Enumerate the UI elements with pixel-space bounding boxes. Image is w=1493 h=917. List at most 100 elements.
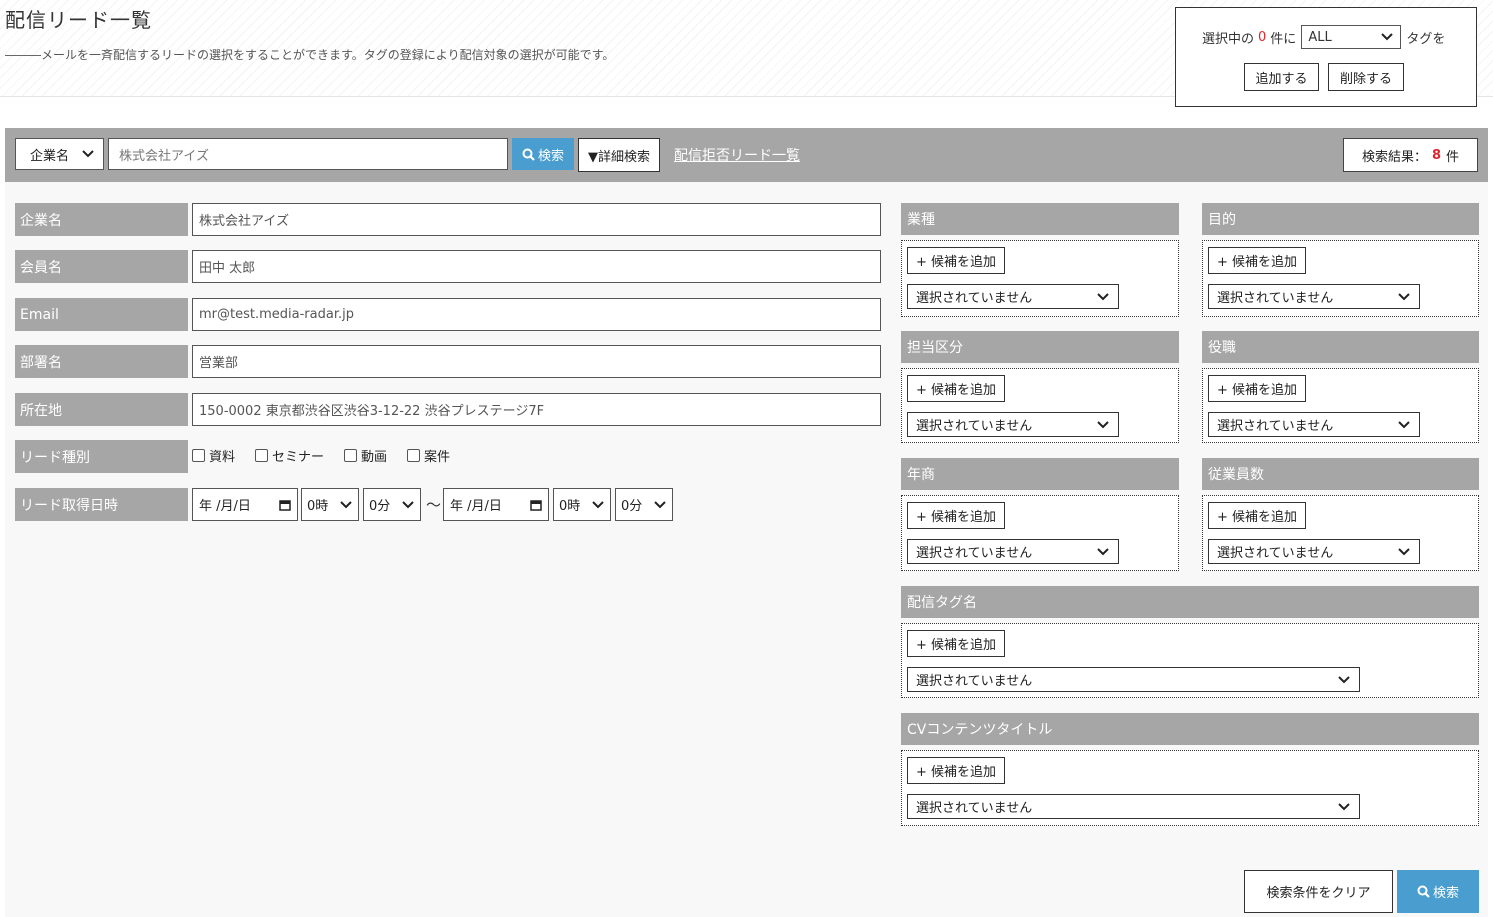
- purpose-add-button[interactable]: + 候補を追加: [1208, 247, 1307, 274]
- date-from-input[interactable]: 年 /月/日: [192, 488, 298, 521]
- purpose-panel: + 候補を追加 選択されていません: [1202, 240, 1479, 317]
- result-count: 8: [1431, 147, 1442, 163]
- search-button[interactable]: 検索: [512, 138, 574, 170]
- checkbox[interactable]: [407, 449, 421, 462]
- chevron-down-icon: [1398, 547, 1410, 555]
- division-select[interactable]: 選択されていません: [907, 412, 1119, 437]
- selected-count: 0: [1258, 29, 1267, 45]
- bottom-search-label: 検索: [1432, 886, 1459, 901]
- tag-action-row: 選択中の 0 件に ALL タグを: [1202, 25, 1445, 49]
- minute-value: 0分: [369, 499, 391, 514]
- cv-content-panel: + 候補を追加 選択されていません: [901, 750, 1479, 826]
- minute-from-select[interactable]: 0分: [363, 488, 421, 521]
- chevron-down-icon: [402, 500, 414, 508]
- revenue-select[interactable]: 選択されていません: [907, 539, 1119, 564]
- clear-conditions-button[interactable]: 検索条件をクリア: [1244, 870, 1393, 913]
- select-value: 選択されていません: [1217, 291, 1334, 306]
- add-tag-button[interactable]: 追加する: [1244, 63, 1319, 91]
- lead-type-option[interactable]: 動画: [344, 446, 387, 465]
- select-value: 選択されていません: [916, 801, 1033, 816]
- revenue-panel: + 候補を追加 選択されていません: [901, 495, 1179, 571]
- date-placeholder: 年 /月/日: [450, 499, 502, 514]
- position-select[interactable]: 選択されていません: [1208, 412, 1420, 437]
- checkbox[interactable]: [255, 449, 269, 462]
- page-title: 配信リード一覧: [5, 8, 152, 32]
- cv-content-add-button[interactable]: + 候補を追加: [907, 757, 1006, 784]
- select-value: 選択されていません: [1217, 546, 1334, 561]
- delivery-tag-add-button[interactable]: + 候補を追加: [907, 630, 1006, 657]
- lead-type-option[interactable]: 案件: [407, 446, 450, 465]
- select-value: 選択されていません: [916, 546, 1033, 561]
- division-add-button[interactable]: + 候補を追加: [907, 375, 1006, 402]
- chevron-down-icon: [340, 500, 352, 508]
- cv-content-header: CVコンテンツタイトル: [901, 713, 1479, 745]
- chevron-down-icon: [1338, 675, 1350, 683]
- hour-from-select[interactable]: 0時: [301, 488, 359, 521]
- position-add-button[interactable]: + 候補を追加: [1208, 375, 1307, 402]
- address-field[interactable]: 150-0002 東京都渋谷区渋谷3-12-22 渋谷プレステージ7F: [192, 393, 881, 426]
- calendar-icon[interactable]: [530, 499, 542, 511]
- revenue-add-button[interactable]: + 候補を追加: [907, 502, 1006, 529]
- delivery-tag-select[interactable]: 選択されていません: [907, 667, 1360, 692]
- cv-content-select[interactable]: 選択されていません: [907, 794, 1360, 819]
- search-field-select[interactable]: 企業名: [15, 138, 104, 170]
- company-field[interactable]: 株式会社アイズ: [192, 203, 881, 236]
- industry-panel: + 候補を追加 選択されていません: [901, 240, 1179, 317]
- search-icon: [1417, 885, 1430, 898]
- checkbox[interactable]: [344, 449, 358, 462]
- hour-to-select[interactable]: 0時: [553, 488, 611, 521]
- select-value: 選択されていません: [916, 291, 1033, 306]
- lead-type-option[interactable]: セミナー: [255, 446, 324, 465]
- employees-add-button[interactable]: + 候補を追加: [1208, 502, 1307, 529]
- member-field[interactable]: 田中 太郎: [192, 250, 881, 283]
- lead-type-checkboxes: 資料 セミナー 動画 案件: [192, 446, 450, 465]
- company-label: 企業名: [15, 203, 188, 236]
- refusal-list-link[interactable]: 配信拒否リード一覧: [674, 145, 800, 165]
- chevron-down-icon: [82, 150, 94, 158]
- industry-select[interactable]: 選択されていません: [907, 284, 1119, 309]
- minute-to-select[interactable]: 0分: [615, 488, 673, 521]
- tag-select[interactable]: ALL: [1301, 25, 1402, 49]
- chevron-down-icon: [654, 500, 666, 508]
- result-suffix: 件: [1446, 149, 1460, 165]
- bottom-search-button[interactable]: 検索: [1397, 870, 1479, 913]
- hour-value: 0時: [307, 499, 329, 514]
- selected-count-suffix: 件に: [1270, 31, 1297, 47]
- tag-buttons: 追加する 削除する: [1244, 63, 1404, 91]
- date-to-input[interactable]: 年 /月/日: [443, 488, 549, 521]
- search-result-count: 検索結果： 8 件: [1343, 138, 1478, 172]
- advanced-search-button[interactable]: ▼詳細検索: [578, 138, 660, 172]
- search-bar: 企業名 株式会社アイズ 検索 ▼詳細検索 配信拒否リード一覧 検索結果： 8 件: [5, 128, 1488, 182]
- industry-add-button[interactable]: + 候補を追加: [907, 247, 1006, 274]
- lead-type-option-label: 動画: [361, 450, 388, 465]
- search-input[interactable]: 株式会社アイズ: [108, 138, 508, 170]
- delete-tag-button[interactable]: 削除する: [1328, 63, 1404, 91]
- calendar-icon[interactable]: [279, 499, 291, 511]
- department-field[interactable]: 営業部: [192, 345, 881, 378]
- chevron-down-icon: [1338, 802, 1350, 810]
- email-field[interactable]: mr@test.media-radar.jp: [192, 298, 881, 331]
- tag-select-value: ALL: [1308, 29, 1332, 45]
- lead-type-option-label: 案件: [424, 450, 451, 465]
- chevron-down-icon: [592, 500, 604, 508]
- purpose-select[interactable]: 選択されていません: [1208, 284, 1420, 309]
- minute-value: 0分: [621, 499, 643, 514]
- chevron-down-icon: [1398, 292, 1410, 300]
- result-prefix: 検索結果：: [1361, 149, 1427, 165]
- delivery-tag-panel: + 候補を追加 選択されていません: [901, 623, 1479, 698]
- division-panel: + 候補を追加 選択されていません: [901, 368, 1179, 443]
- lead-type-option-label: 資料: [209, 450, 236, 465]
- employees-header: 従業員数: [1202, 458, 1479, 490]
- date-range-separator: 〜: [426, 496, 442, 514]
- checkbox[interactable]: [192, 449, 205, 462]
- page-description: ―――メールを一斉配信するリードの選択をすることができます。タグの登録により配信…: [5, 48, 615, 62]
- tag-suffix: タグを: [1406, 31, 1446, 47]
- chevron-down-icon: [1398, 420, 1410, 428]
- select-value: 選択されていません: [1217, 419, 1334, 434]
- lead-type-option[interactable]: 資料: [192, 446, 235, 465]
- position-header: 役職: [1202, 331, 1479, 363]
- chevron-down-icon: [1097, 547, 1109, 555]
- position-panel: + 候補を追加 選択されていません: [1202, 368, 1479, 443]
- employees-select[interactable]: 選択されていません: [1208, 539, 1420, 564]
- purpose-header: 目的: [1202, 203, 1479, 235]
